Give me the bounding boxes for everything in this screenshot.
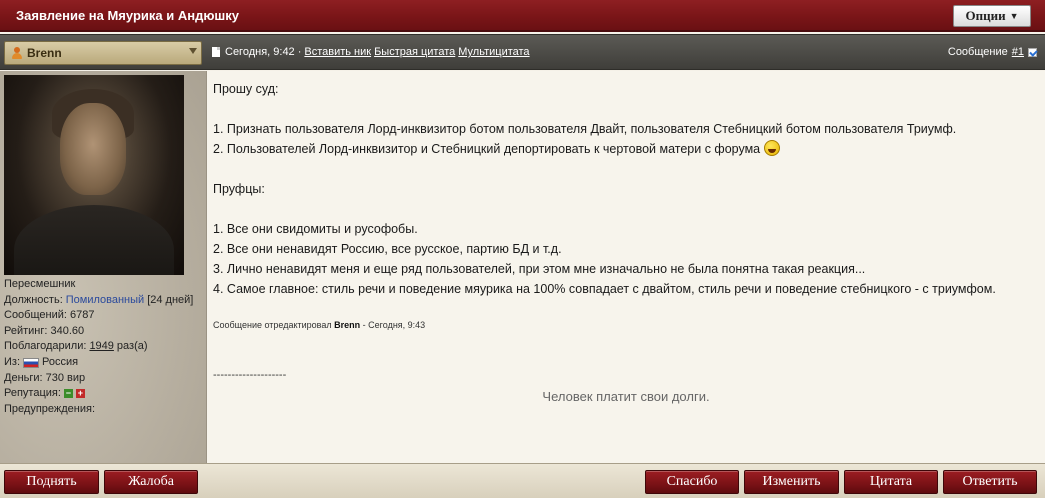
edited-by: Brenn xyxy=(334,320,361,330)
position-value[interactable]: Помилованный xyxy=(66,293,144,309)
document-icon xyxy=(212,47,220,57)
user-warnings: Предупреждения: xyxy=(4,402,96,415)
user-position: Должность: Помилованный [24 дней] xyxy=(4,293,193,309)
post-body: Прошу суд: 1. Признать пользователя Лорд… xyxy=(207,71,1045,463)
post-line: 3. Лично ненавидят меня и еще ряд пользо… xyxy=(213,262,866,276)
author-name: Brenn xyxy=(27,46,62,60)
options-label: Опции xyxy=(965,8,1006,23)
message-number: Сообщение #1 xyxy=(948,46,1037,58)
russia-flag-icon xyxy=(23,357,40,368)
post-line xyxy=(213,199,1039,219)
user-title: Пересмешник xyxy=(4,278,76,290)
edit-button[interactable]: Изменить xyxy=(744,470,839,494)
edited-note: Сообщение отредактировал Brenn - Сегодня… xyxy=(213,320,426,330)
user-from: Из: Россия xyxy=(4,355,79,368)
message-label: Сообщение xyxy=(947,46,1008,58)
quick-quote-link[interactable]: Быстрая цитата xyxy=(374,46,455,58)
post-meta-info: Сегодня, 9:42 · Вставить ник Быстрая цита… xyxy=(212,46,530,58)
up-button[interactable]: Поднять xyxy=(4,470,99,494)
author-menu[interactable]: Brenn xyxy=(4,41,202,65)
post-line: 4. Самое главное: стиль речи и поведение… xyxy=(213,282,996,296)
avatar xyxy=(4,75,184,275)
user-icon xyxy=(10,46,24,60)
post-line: 2. Все они ненавидят Россию, все русское… xyxy=(213,242,562,256)
post-line-with-smiley: 2. Пользователей Лорд-инквизитор и Стебн… xyxy=(213,139,1039,159)
message-number-link[interactable]: #1 xyxy=(1012,46,1024,58)
reply-button[interactable]: Ответить xyxy=(943,470,1037,494)
thanks-button[interactable]: Спасибо xyxy=(645,470,739,494)
select-post-checkbox[interactable] xyxy=(1028,47,1037,57)
author-profile: Пересмешник Должность: Помилованный [24 … xyxy=(0,71,207,463)
topic-titlebar: Заявление на Мяурика и Андюшку Опции ▼ xyxy=(0,0,1045,32)
post-line: 1. Признать пользователя Лорд-инквизитор… xyxy=(213,122,957,136)
post-line: Пруфцы: xyxy=(213,182,265,196)
post-line xyxy=(213,99,1039,119)
reputation-plus-icon[interactable]: + xyxy=(75,389,85,399)
user-thanked: Поблагодарили: 1949 раз(а) xyxy=(4,339,193,355)
user-money: Деньги: 730 вир xyxy=(4,371,86,384)
laughing-smiley-icon xyxy=(763,140,780,156)
signature: Человек платит свои долги. xyxy=(542,389,710,404)
chevron-down-icon xyxy=(189,48,197,54)
options-button[interactable]: Опции ▼ xyxy=(953,5,1031,27)
signature-separator: -------------------- xyxy=(213,369,287,381)
topic-title: Заявление на Мяурика и Андюшку xyxy=(16,8,239,23)
complain-button[interactable]: Жалоба xyxy=(104,470,198,494)
quote-button[interactable]: Цитата xyxy=(844,470,938,494)
profile-info: Пересмешник Должность: Помилованный [24 … xyxy=(4,277,193,417)
post-actions-bar: Поднять Жалоба Спасибо Изменить Цитата О… xyxy=(0,463,1045,498)
reputation-minus-icon[interactable]: − xyxy=(63,389,73,399)
post-line: Прошу суд: xyxy=(213,82,279,96)
post-line: 1. Все они свидомиты и русофобы. xyxy=(213,222,418,236)
post-meta-bar: Brenn Сегодня, 9:42 · Вставить ник Быстра… xyxy=(0,34,1045,70)
thanked-count-link[interactable]: 1949 xyxy=(89,339,113,355)
user-rating: Рейтинг: 340.60 xyxy=(4,324,85,337)
post-line xyxy=(213,159,1039,179)
insert-nick-link[interactable]: Вставить ник xyxy=(304,46,371,58)
post-date: Сегодня, 9:42 xyxy=(225,46,295,58)
user-posts: Сообщений: 6787 xyxy=(4,309,95,322)
meta-separator: · xyxy=(297,46,302,58)
user-reputation: Репутация: − + xyxy=(4,387,85,400)
chevron-down-icon: ▼ xyxy=(1009,11,1019,21)
multi-quote-link[interactable]: Мультицитата xyxy=(458,46,529,58)
